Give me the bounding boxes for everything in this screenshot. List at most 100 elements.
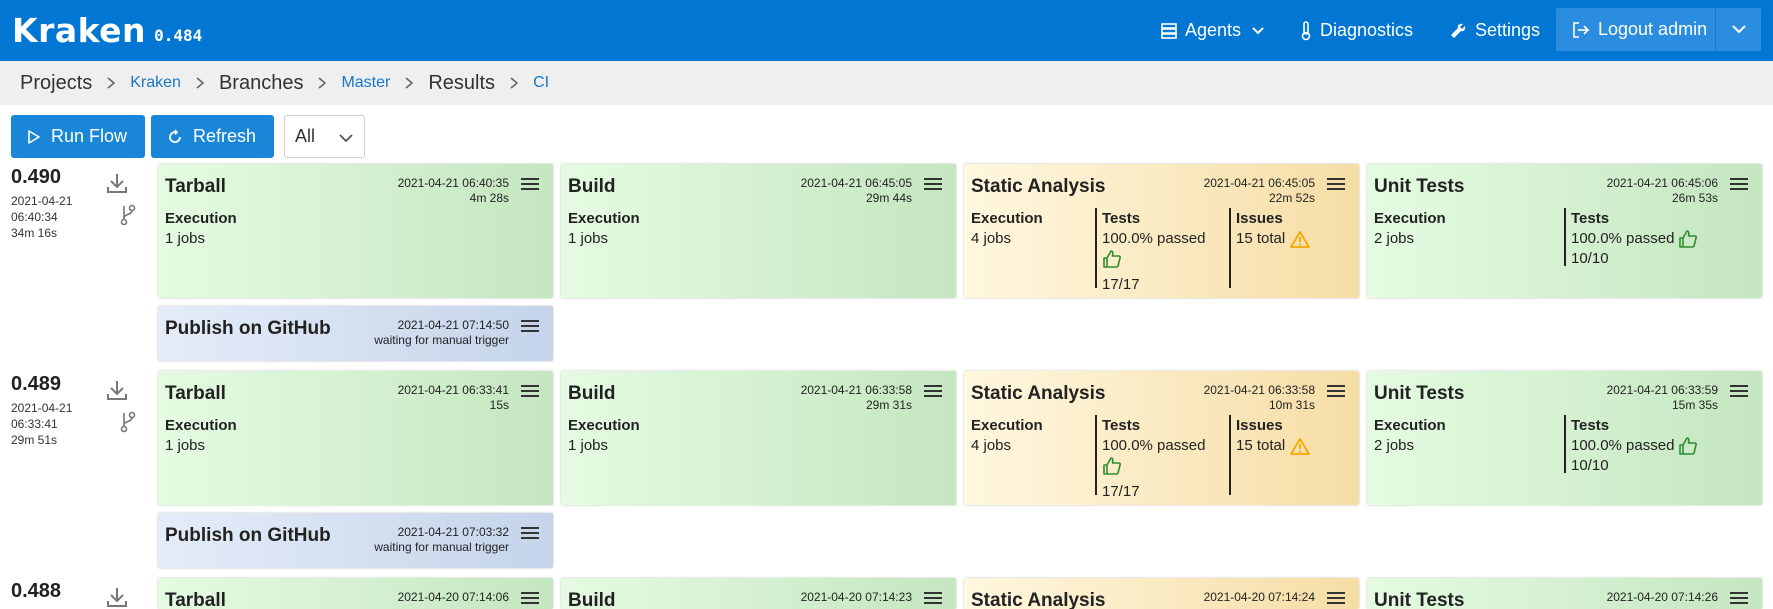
download-icon[interactable] <box>105 378 129 402</box>
tests-label: Tests <box>1102 210 1141 227</box>
agents-menu[interactable]: Agents <box>1161 0 1273 61</box>
stage-title: Unit Tests <box>1374 383 1465 404</box>
stage-title: Static Analysis <box>971 590 1106 609</box>
menu-icon[interactable] <box>1327 591 1345 605</box>
thumbs-up-icon <box>1103 457 1121 475</box>
refresh-button[interactable]: Refresh <box>151 115 274 158</box>
menu-icon[interactable] <box>924 177 942 191</box>
agents-icon <box>1161 22 1177 39</box>
stage-card-build[interactable]: Build 2021-04-21 06:45:05 29m 44s Execut… <box>561 164 956 298</box>
refresh-icon <box>169 128 181 143</box>
breadcrumb-projects[interactable]: Projects <box>20 72 92 95</box>
menu-icon[interactable] <box>521 526 539 540</box>
app-logo[interactable]: Kraken 0.484 <box>12 9 202 49</box>
stage-duration: 15m 35s <box>1671 398 1718 412</box>
flow-label[interactable]: 0.488 <box>11 580 151 603</box>
menu-icon[interactable] <box>1327 384 1345 398</box>
breadcrumb-branch[interactable]: Master <box>341 74 390 92</box>
chevron-down-icon <box>1252 26 1264 34</box>
stage-title: Tarball <box>165 383 226 404</box>
stage-card-unit-tests[interactable]: Unit Tests 2021-04-21 06:45:06 26m 53s E… <box>1367 164 1762 298</box>
menu-icon[interactable] <box>1730 591 1748 605</box>
issues-summary[interactable]: Issues 15 total <box>1236 209 1311 249</box>
stage-title: Build <box>568 176 616 197</box>
branch-icon[interactable] <box>120 204 136 226</box>
tests-row: 100.0% passed <box>1571 436 1698 456</box>
diagnostics-link[interactable]: Diagnostics <box>1300 0 1413 61</box>
tests-label: Tests <box>1571 210 1610 227</box>
run-flow-label: Run Flow <box>51 126 128 146</box>
breadcrumb-results[interactable]: Results <box>428 72 495 95</box>
menu-icon[interactable] <box>1327 177 1345 191</box>
stage-time: 2021-04-21 06:33:58 29m 31s <box>801 383 912 413</box>
breadcrumb-branches[interactable]: Branches <box>219 72 304 95</box>
stage-duration: 15s <box>489 398 509 412</box>
execution-jobs: 1 jobs <box>568 230 609 247</box>
menu-icon[interactable] <box>924 384 942 398</box>
stage-card-tarball[interactable]: Tarball 2021-04-21 06:40:35 4m 28s Execu… <box>158 164 553 298</box>
tests-summary[interactable]: Tests 100.0% passed 17/17 <box>1102 209 1205 295</box>
stage-started: 2021-04-20 07:14:24 <box>1203 590 1315 604</box>
chevron-right-icon <box>195 76 205 90</box>
tests-summary[interactable]: Tests 100.0% passed 10/10 <box>1571 209 1698 269</box>
tests-summary[interactable]: Tests 100.0% passed 17/17 <box>1102 416 1205 502</box>
menu-icon[interactable] <box>1730 177 1748 191</box>
stage-title: Tarball <box>165 590 226 609</box>
stage-time: 2021-04-21 06:33:59 15m 35s <box>1607 383 1718 413</box>
menu-icon[interactable] <box>521 384 539 398</box>
stage-status: waiting for manual trigger <box>374 540 509 554</box>
thermometer-icon <box>1301 20 1311 40</box>
tests-summary[interactable]: Tests 100.0% passed 10/10 <box>1571 416 1698 476</box>
stage-card-publish[interactable]: Publish on GitHub 2021-04-21 07:14:50 wa… <box>158 306 553 361</box>
settings-link[interactable]: Settings <box>1449 0 1540 61</box>
execution-label: Execution <box>165 417 237 434</box>
chevron-down-icon[interactable] <box>1730 20 1748 38</box>
download-icon[interactable] <box>105 171 129 195</box>
thumbs-up-icon <box>1103 250 1121 268</box>
stage-card-unit-tests[interactable]: Unit Tests 2021-04-21 06:33:59 15m 35s E… <box>1367 371 1762 505</box>
stage-card-tarball[interactable]: Tarball 2021-04-20 07:14:06 <box>158 578 553 609</box>
flow-label[interactable]: 0.489 <box>11 373 151 396</box>
breadcrumb-project[interactable]: Kraken <box>130 74 181 92</box>
logout-label: Logout admin <box>1598 19 1708 39</box>
issues-row: 15 total <box>1236 229 1311 249</box>
issues-summary[interactable]: Issues 15 total <box>1236 416 1311 456</box>
breadcrumb-flow[interactable]: CI <box>533 74 549 92</box>
stage-card-tarball[interactable]: Tarball 2021-04-21 06:33:41 15s Executio… <box>158 371 553 505</box>
tests-count: 10/10 <box>1571 457 1609 474</box>
branch-icon[interactable] <box>120 411 136 433</box>
stage-card-static-analysis[interactable]: Static Analysis 2021-04-20 07:14:24 <box>964 578 1359 609</box>
menu-icon[interactable] <box>521 319 539 333</box>
stage-card-unit-tests[interactable]: Unit Tests 2021-04-20 07:14:26 <box>1367 578 1762 609</box>
flow-info: 0.488 <box>11 580 151 603</box>
stage-card-build[interactable]: Build 2021-04-20 07:14:23 <box>561 578 956 609</box>
logout-button[interactable]: Logout admin <box>1556 8 1761 51</box>
refresh-label: Refresh <box>193 126 257 146</box>
menu-icon[interactable] <box>1730 384 1748 398</box>
stage-card-static-analysis[interactable]: Static Analysis 2021-04-21 06:33:58 10m … <box>964 371 1359 505</box>
issues-total: 15 total <box>1236 437 1286 454</box>
menu-icon[interactable] <box>521 177 539 191</box>
stage-card-build[interactable]: Build 2021-04-21 06:33:58 29m 31s Execut… <box>561 371 956 505</box>
execution-jobs: 1 jobs <box>165 437 206 454</box>
stage-title: Tarball <box>165 176 226 197</box>
flow-duration: 34m 16s <box>11 226 58 240</box>
execution-summary: Execution 2 jobs <box>1374 416 1446 456</box>
stage-started: 2021-04-21 07:03:32 <box>397 525 509 539</box>
chevron-down-icon <box>339 134 353 143</box>
settings-label: Settings <box>1475 20 1541 40</box>
top-navbar: Kraken 0.484 Agents Diagnostics Settings… <box>0 0 1773 61</box>
download-icon[interactable] <box>105 585 129 609</box>
menu-icon[interactable] <box>521 591 539 605</box>
stage-card-publish[interactable]: Publish on GitHub 2021-04-21 07:03:32 wa… <box>158 513 553 568</box>
flow-label[interactable]: 0.490 <box>11 166 151 189</box>
stage-card-static-analysis[interactable]: Static Analysis 2021-04-21 06:45:05 22m … <box>964 164 1359 298</box>
tests-passed: 100.0% passed <box>1571 437 1675 454</box>
menu-icon[interactable] <box>924 591 942 605</box>
filter-select[interactable]: All <box>284 115 365 158</box>
thumbs-up-icon <box>1679 437 1698 455</box>
execution-label: Execution <box>1374 417 1446 434</box>
execution-label: Execution <box>568 417 640 434</box>
warning-icon <box>1290 231 1311 248</box>
run-flow-button[interactable]: Run Flow <box>11 115 145 158</box>
